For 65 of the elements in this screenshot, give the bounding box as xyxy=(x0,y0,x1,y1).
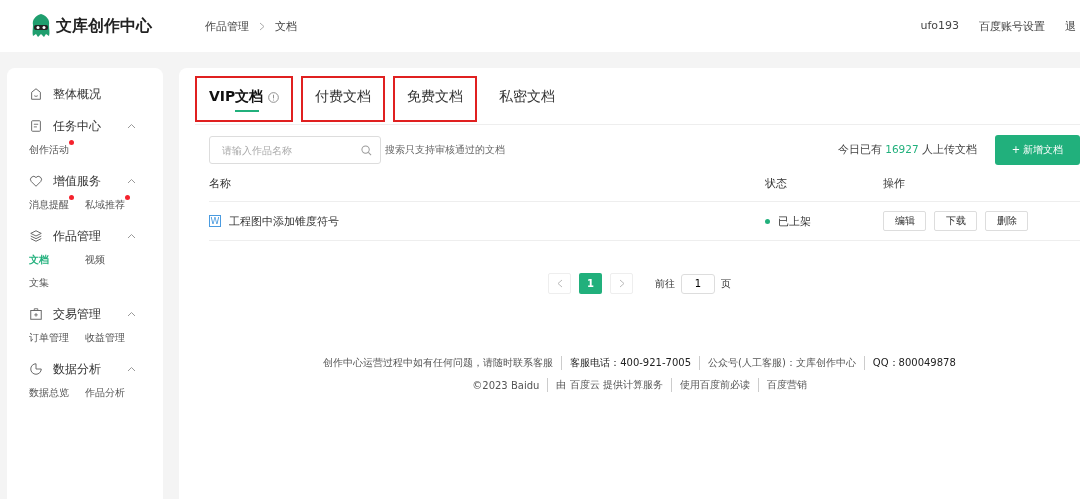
word-file-icon: W xyxy=(209,215,221,227)
sidebar-item[interactable]: 私域推荐 xyxy=(85,199,141,212)
sidebar-group-label[interactable]: 增值服务 xyxy=(53,172,123,190)
tab[interactable]: 私密文档 xyxy=(485,76,570,122)
caret-up-icon[interactable] xyxy=(127,366,136,372)
home-icon xyxy=(29,87,43,101)
sidebar-group-label[interactable]: 交易管理 xyxy=(53,305,123,323)
logo-text: 文库创作中心 xyxy=(56,15,152,37)
upload-count-text: 今日已有 16927 人上传文档 xyxy=(837,143,977,157)
sidebar-group-label[interactable]: 数据分析 xyxy=(53,360,123,378)
chevron-left-icon[interactable] xyxy=(556,279,563,288)
sidebar-item[interactable]: 作品分析 xyxy=(85,387,141,400)
page-unit: 页 xyxy=(721,276,731,291)
sidebar-item[interactable]: 收益管理 xyxy=(85,332,141,345)
tab[interactable]: 免费文档 xyxy=(393,76,478,122)
action-button[interactable]: 编辑 xyxy=(883,211,926,231)
chevron-right-icon[interactable] xyxy=(618,279,625,288)
username[interactable]: ufo193 xyxy=(920,18,959,34)
breadcrumb-item[interactable]: 作品管理 xyxy=(205,18,249,34)
sidebar-group-label[interactable]: 任务中心 xyxy=(53,117,123,135)
caret-up-icon[interactable] xyxy=(127,233,136,239)
footer-text: QQ：800049878 xyxy=(863,356,956,370)
header-link[interactable]: 退 xyxy=(1065,18,1076,34)
action-button[interactable]: 删除 xyxy=(985,211,1028,231)
pie-chart-icon xyxy=(29,362,43,376)
search-icon[interactable] xyxy=(361,145,372,156)
clipboard-icon xyxy=(29,119,43,133)
column-header: 操作 xyxy=(883,175,905,191)
sidebar-item[interactable]: 数据总览 xyxy=(29,387,85,400)
sidebar-group-label[interactable]: 整体概况 xyxy=(53,85,123,103)
caret-up-icon[interactable] xyxy=(127,311,136,317)
info-icon[interactable] xyxy=(268,91,280,103)
sidebar-item[interactable]: 视频 xyxy=(85,254,141,267)
footer-text: 客服电话：400-921-7005 xyxy=(561,356,691,370)
footer-link[interactable]: 使用百度前必读 xyxy=(670,378,750,392)
footer-link[interactable]: 由 百度云 提供计算服务 xyxy=(547,378,663,392)
search-hint: 搜索只支持审核通过的文档 xyxy=(385,143,505,157)
sidebar-item[interactable]: 消息提醒 xyxy=(29,199,85,212)
footer-text: 公众号(人工客服)：文库创作中心 xyxy=(699,356,856,370)
sidebar-item[interactable]: 订单管理 xyxy=(29,332,85,345)
tab[interactable]: VIP文档 xyxy=(195,76,294,122)
chevron-right-icon xyxy=(259,21,265,31)
tab[interactable]: 付费文档 xyxy=(301,76,386,122)
goto-label: 前往 xyxy=(655,276,675,291)
document-name[interactable]: 工程图中添加锥度符号 xyxy=(229,213,339,229)
sidebar-item[interactable]: 文集 xyxy=(29,277,85,290)
footer-link[interactable]: 百度营销 xyxy=(757,378,807,392)
sidebar-group-label[interactable]: 作品管理 xyxy=(53,227,123,245)
squid-logo-icon xyxy=(30,13,52,39)
footer-text: 创作中心运营过程中如有任何问题，请随时联系客服 xyxy=(323,356,554,370)
column-header: 状态 xyxy=(765,175,788,191)
sidebar-item[interactable]: 创作活动 xyxy=(29,144,85,157)
caret-up-icon[interactable] xyxy=(127,123,136,129)
header-link[interactable]: 百度账号设置 xyxy=(979,18,1045,34)
status-dot xyxy=(765,218,770,224)
page-input[interactable]: 1 xyxy=(681,273,715,294)
layers-icon xyxy=(29,229,43,243)
action-button[interactable]: 下载 xyxy=(934,211,977,231)
column-header: 名称 xyxy=(209,175,232,191)
breadcrumb-item: 文档 xyxy=(275,18,297,34)
caret-up-icon[interactable] xyxy=(127,178,136,184)
heart-icon xyxy=(29,174,43,188)
box-icon xyxy=(29,307,43,321)
search-field[interactable]: 请输入作品名称 xyxy=(209,136,381,164)
status-text: 已上架 xyxy=(778,213,811,229)
